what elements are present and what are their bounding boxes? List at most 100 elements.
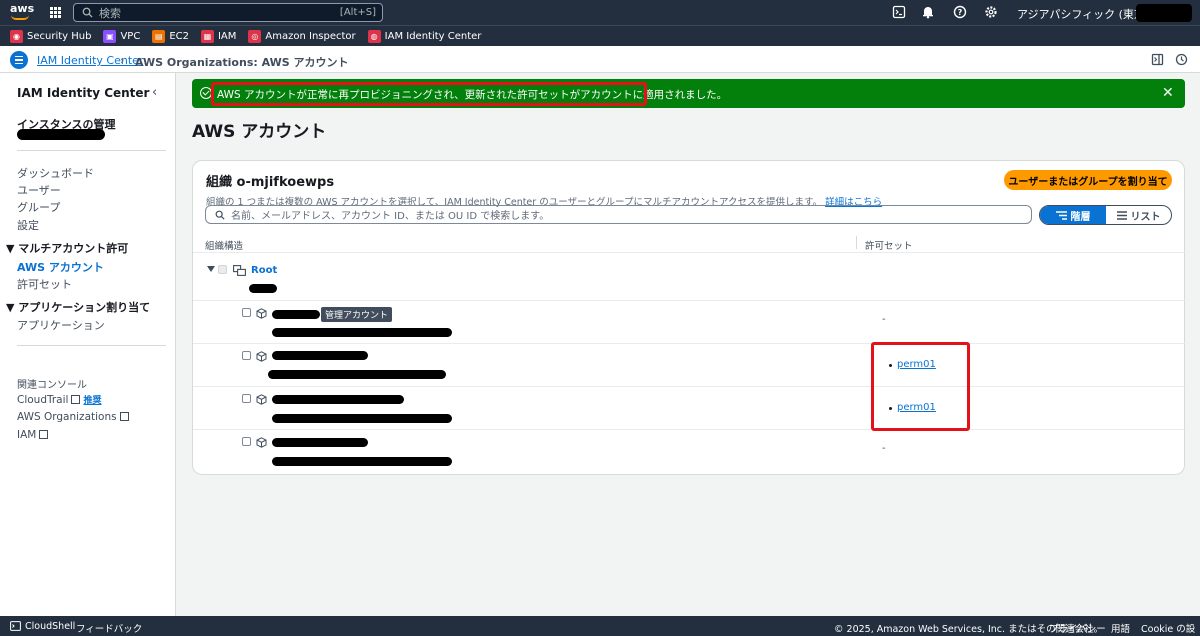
- account-cube-icon: [256, 437, 267, 448]
- account-checkbox[interactable]: [242, 394, 251, 403]
- root-checkbox: [218, 265, 227, 274]
- redacted-account-name: [272, 438, 368, 447]
- footer: CloudShell フィードバック © 2025, Amazon Web Se…: [0, 616, 1200, 636]
- sidebar-divider: [17, 150, 166, 151]
- sidebar-title[interactable]: IAM Identity Center: [17, 86, 149, 100]
- redacted-instance-id: [17, 129, 105, 140]
- external-link-icon: [39, 430, 49, 439]
- breadcrumb-iam-identity-center[interactable]: IAM Identity Center: [37, 54, 143, 67]
- help-icon[interactable]: ?: [953, 5, 967, 19]
- assign-users-groups-button[interactable]: ユーザーまたはグループを割り当て: [1004, 170, 1172, 190]
- favorite-label: Amazon Inspector: [265, 30, 356, 42]
- service-icon: ▣: [103, 29, 117, 43]
- footer-feedback-link[interactable]: フィードバック: [76, 621, 142, 635]
- clock-icon[interactable]: [1175, 53, 1188, 66]
- row-divider: [193, 300, 1186, 301]
- panel-toggle-icon[interactable]: [1151, 53, 1164, 66]
- account-menu[interactable]: [1136, 4, 1192, 22]
- sidebar-section-app-assignments[interactable]: ▼ アプリケーション割り当て: [6, 299, 150, 315]
- view-list-button[interactable]: リスト: [1106, 206, 1171, 224]
- footer-terms-link[interactable]: 用語: [1111, 621, 1130, 635]
- sidebar-item-dashboard[interactable]: ダッシュボード: [17, 165, 94, 181]
- column-divider: [856, 236, 857, 249]
- favorite-iam[interactable]: ▦ IAM: [200, 29, 237, 43]
- breadcrumb-current: AWS Organizations: AWS アカウント: [135, 56, 349, 69]
- services-grid-icon[interactable]: [50, 7, 61, 18]
- flash-close-icon[interactable]: ✕: [1162, 85, 1174, 101]
- account-search-input[interactable]: 名前、メールアドレス、アカウント ID、または OU ID で検索します。: [205, 205, 1032, 224]
- column-header-permission-sets: 許可セット: [865, 241, 913, 252]
- sidebar-collapse-icon[interactable]: ‹: [152, 85, 157, 100]
- service-icon: ◉: [10, 29, 23, 43]
- account-cube-icon: [256, 308, 267, 319]
- row-divider: [193, 386, 1186, 387]
- account-checkbox[interactable]: [242, 308, 251, 317]
- favorite-label: EC2: [169, 30, 189, 42]
- organization-title: 組織 o-mjifkoewps: [206, 175, 335, 190]
- redacted-account-details: [272, 328, 452, 337]
- breadcrumb-separator: ›: [120, 54, 125, 67]
- search-icon: [82, 7, 93, 18]
- expand-caret-icon[interactable]: [207, 266, 215, 272]
- account-cube-icon: [256, 351, 267, 362]
- account-checkbox[interactable]: [242, 351, 251, 360]
- bell-icon[interactable]: [921, 5, 935, 19]
- sidebar-item-applications[interactable]: アプリケーション: [17, 317, 105, 333]
- top-navigation: aws 検索 [Alt+S] ? アジアパシフィック (東京) ▾: [0, 0, 1200, 25]
- redacted-account-name: [272, 310, 320, 319]
- recommended-badge[interactable]: 推奨: [83, 396, 101, 406]
- sidebar-item-settings[interactable]: 設定: [17, 217, 39, 233]
- footer-cookie-link[interactable]: Cookie の設定: [1141, 621, 1200, 636]
- sidebar-section-multi-account[interactable]: ▼ マルチアカウント許可: [6, 240, 128, 256]
- sidebar-link-cloudtrail[interactable]: CloudTrail 推奨: [17, 393, 101, 406]
- side-nav-toggle-button[interactable]: [10, 51, 28, 69]
- view-hierarchy-button[interactable]: 階層: [1040, 206, 1106, 224]
- cloudshell-icon[interactable]: [892, 5, 906, 19]
- side-navigation: IAM Identity Center ‹ インスタンスの管理 ダッシュボード …: [0, 73, 176, 616]
- column-header-structure: 組織構造: [205, 241, 244, 252]
- gear-icon[interactable]: [984, 5, 998, 19]
- favorite-vpc[interactable]: ▣ VPC: [103, 29, 141, 43]
- page-title: AWS アカウント: [192, 122, 327, 142]
- organizational-unit-icon: [233, 265, 246, 276]
- account-checkbox[interactable]: [242, 437, 251, 446]
- svg-text:?: ?: [958, 8, 963, 17]
- service-icon: ◎: [248, 29, 262, 43]
- footer-privacy-link[interactable]: プライバシー: [1049, 621, 1106, 635]
- redacted-account-name: [272, 395, 404, 404]
- sidebar-link-aws-organizations[interactable]: AWS Organizations: [17, 411, 129, 423]
- cloudshell-footer-icon: [10, 621, 21, 631]
- permission-set-empty: -: [882, 443, 886, 454]
- favorite-label: IAM: [217, 30, 237, 42]
- view-toggle: 階層 リスト: [1039, 205, 1172, 225]
- account-cube-icon: [256, 394, 267, 405]
- sidebar-item-permission-sets[interactable]: 許可セット: [17, 276, 72, 292]
- favorite-amazon-inspector[interactable]: ◎ Amazon Inspector: [248, 29, 356, 43]
- sidebar-item-aws-accounts[interactable]: AWS アカウント: [17, 259, 104, 275]
- favorite-ec2[interactable]: ▤ EC2: [152, 29, 189, 43]
- redacted-root-id: [249, 284, 277, 293]
- sidebar-divider: [17, 345, 166, 346]
- service-icon: ▦: [200, 29, 214, 43]
- sidebar-link-iam[interactable]: IAM: [17, 429, 49, 441]
- root-ou-link[interactable]: Root: [251, 265, 277, 276]
- highlight-box-permission-sets: [871, 342, 970, 431]
- external-link-icon: [119, 412, 129, 421]
- hierarchy-icon: [1055, 210, 1067, 220]
- hierarchy-label: 階層: [1070, 211, 1091, 223]
- favorite-security-hub[interactable]: ◉ Security Hub: [10, 29, 91, 43]
- aws-logo[interactable]: aws: [10, 2, 34, 22]
- favorite-iam-identity-center[interactable]: ◍ IAM Identity Center: [367, 29, 482, 43]
- redacted-account-details: [272, 414, 452, 423]
- favorites-bar: ◉ Security Hub ▣ VPC ▤ EC2 ▦ IAM ◎ Amazon Inspect…: [0, 25, 1200, 46]
- service-icon: ◍: [367, 29, 381, 43]
- sidebar-item-groups[interactable]: グループ: [17, 199, 60, 215]
- global-search-input[interactable]: 検索 [Alt+S]: [73, 3, 383, 22]
- favorite-label: VPC: [120, 30, 141, 42]
- row-divider: [193, 343, 1186, 344]
- footer-cloudshell-button[interactable]: CloudShell: [25, 621, 75, 632]
- list-label: リスト: [1130, 211, 1161, 223]
- sidebar-item-users[interactable]: ユーザー: [17, 182, 61, 198]
- favorite-label: IAM Identity Center: [384, 30, 482, 42]
- search-placeholder: 名前、メールアドレス、アカウント ID、または OU ID で検索します。: [231, 211, 550, 222]
